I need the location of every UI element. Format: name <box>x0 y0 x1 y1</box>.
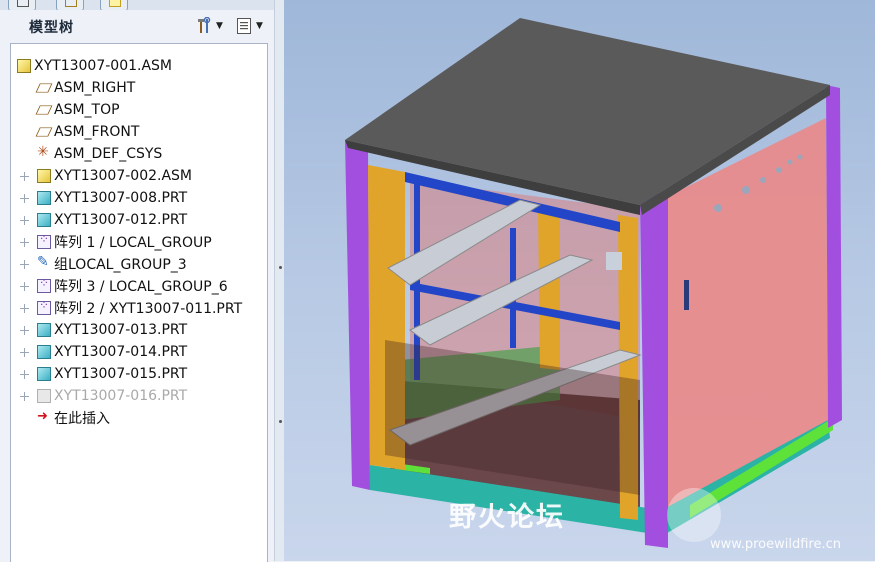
show-options-button[interactable]: ▼ <box>235 16 263 36</box>
tree-item-label: 在此插入 <box>54 411 110 427</box>
tree-item-label: ASM_DEF_CSYS <box>54 146 163 162</box>
expand-toggle-icon[interactable] <box>20 282 29 291</box>
datum-plane-icon <box>35 105 53 115</box>
group-icon <box>37 254 51 271</box>
tree-item[interactable]: 阵列 2 / XYT13007-011.PRT <box>37 297 242 319</box>
part-icon <box>37 191 51 205</box>
tree-item[interactable]: 阵列 3 / LOCAL_GROUP_6 <box>37 275 228 297</box>
part-icon <box>37 345 51 359</box>
tree-item[interactable]: ASM_FRONT <box>35 121 140 143</box>
tree-item-label: 阵列 1 / LOCAL_GROUP <box>54 235 212 251</box>
tree-item-label: XYT13007-008.PRT <box>54 190 188 206</box>
tree-item[interactable]: 组LOCAL_GROUP_3 <box>37 253 187 275</box>
back-right-upright <box>826 85 842 428</box>
assembly-icon <box>17 59 31 73</box>
rear-rail <box>538 210 560 370</box>
tree-item[interactable]: 阵列 1 / LOCAL_GROUP <box>37 231 212 253</box>
list-icon <box>237 18 251 34</box>
tree-item-label: XYT13007-016.PRT <box>54 388 188 404</box>
model-tree: XYT13007-001.ASM ASM_RIGHT ASM_TOP ASM_FRON… <box>10 43 268 562</box>
tree-item-label: XYT13007-013.PRT <box>54 322 188 338</box>
vent-hole <box>776 167 782 173</box>
tree-item[interactable]: XYT13007-002.ASM <box>37 165 192 187</box>
suppressed-part-icon <box>37 389 51 403</box>
datum-plane-icon <box>35 83 53 93</box>
splitter-grip-icon <box>279 420 282 423</box>
tree-item[interactable]: XYT13007-012.PRT <box>37 209 187 231</box>
vent-hole <box>797 154 803 160</box>
chevron-down-icon: ▼ <box>216 21 223 31</box>
cable-slot <box>684 280 689 310</box>
watermark-text: 野火论坛 <box>449 502 565 533</box>
tree-item[interactable]: XYT13007-013.PRT <box>37 319 187 341</box>
tree-item[interactable]: XYT13007-016.PRT <box>37 385 187 407</box>
tree-settings-button[interactable]: ▼ <box>195 16 223 36</box>
tree-item-label: XYT13007-014.PRT <box>54 344 188 360</box>
tree-item-label: ASM_TOP <box>54 102 120 118</box>
graphics-viewport[interactable] <box>284 0 875 561</box>
vent-hole <box>760 177 766 183</box>
cabinet-3d-model[interactable] <box>284 0 875 561</box>
expand-toggle-icon[interactable] <box>20 304 29 313</box>
insert-here-icon <box>37 409 51 425</box>
vent-hole <box>787 159 793 165</box>
star-icon <box>109 0 121 7</box>
part-icon <box>37 323 51 337</box>
assembly-icon <box>37 169 51 183</box>
tree-item-label: 阵列 2 / XYT13007-011.PRT <box>54 301 243 317</box>
part-icon <box>37 213 51 227</box>
watermark-logo-icon <box>667 488 721 542</box>
expand-toggle-icon[interactable] <box>20 348 29 357</box>
tree-item-label: XYT13007-001.ASM <box>34 58 172 74</box>
tree-item-label: XYT13007-012.PRT <box>54 212 188 228</box>
expand-toggle-icon[interactable] <box>20 370 29 379</box>
bracket-plate <box>606 252 622 270</box>
pattern-icon <box>37 298 51 315</box>
chevron-down-icon: ▼ <box>256 21 263 31</box>
vent-hole <box>714 204 722 212</box>
expand-toggle-icon[interactable] <box>20 194 29 203</box>
tree-icon <box>17 0 29 7</box>
tree-item[interactable]: ASM_RIGHT <box>35 77 136 99</box>
pattern-icon <box>37 232 51 249</box>
tree-item[interactable]: XYT13007-001.ASM <box>17 55 172 77</box>
tree-item-label: ASM_FRONT <box>54 124 140 140</box>
hammer-wrench-icon <box>198 17 211 33</box>
vent-hole <box>742 186 750 194</box>
folder-icon <box>65 0 77 7</box>
tree-item[interactable]: XYT13007-014.PRT <box>37 341 187 363</box>
tree-item-label: 组LOCAL_GROUP_3 <box>54 257 187 273</box>
model-tree-panel: 模型树 ▼ ▼ XYT13007-001.ASM ASM_RIGHT ASM_TOP… <box>0 10 284 562</box>
part-icon <box>37 367 51 381</box>
tree-item[interactable]: ASM_TOP <box>35 99 120 121</box>
tree-item[interactable]: XYT13007-008.PRT <box>37 187 187 209</box>
csys-icon <box>37 144 51 161</box>
expand-toggle-icon[interactable] <box>20 216 29 225</box>
front-right-upright <box>640 190 668 548</box>
tree-item-label: XYT13007-002.ASM <box>54 168 192 184</box>
expand-toggle-icon[interactable] <box>20 238 29 247</box>
pattern-icon <box>37 276 51 293</box>
tree-item-label: 阵列 3 / LOCAL_GROUP_6 <box>54 279 228 295</box>
panel-title: 模型树 <box>29 20 74 36</box>
watermark-url: www.proewildfire.cn <box>710 537 841 552</box>
expand-toggle-icon[interactable] <box>20 172 29 181</box>
expand-toggle-icon[interactable] <box>20 260 29 269</box>
tree-item[interactable]: ASM_DEF_CSYS <box>37 143 162 165</box>
tree-item-label: XYT13007-015.PRT <box>54 366 188 382</box>
expand-toggle-icon[interactable] <box>20 326 29 335</box>
splitter-grip-icon <box>279 266 282 269</box>
tree-item[interactable]: XYT13007-015.PRT <box>37 363 187 385</box>
tree-item[interactable]: 在此插入 <box>37 407 110 429</box>
datum-plane-icon <box>35 127 53 137</box>
tree-item-label: ASM_RIGHT <box>54 80 136 96</box>
left-upright <box>345 140 370 490</box>
expand-toggle-icon[interactable] <box>20 392 29 401</box>
tab-strip <box>0 0 284 11</box>
